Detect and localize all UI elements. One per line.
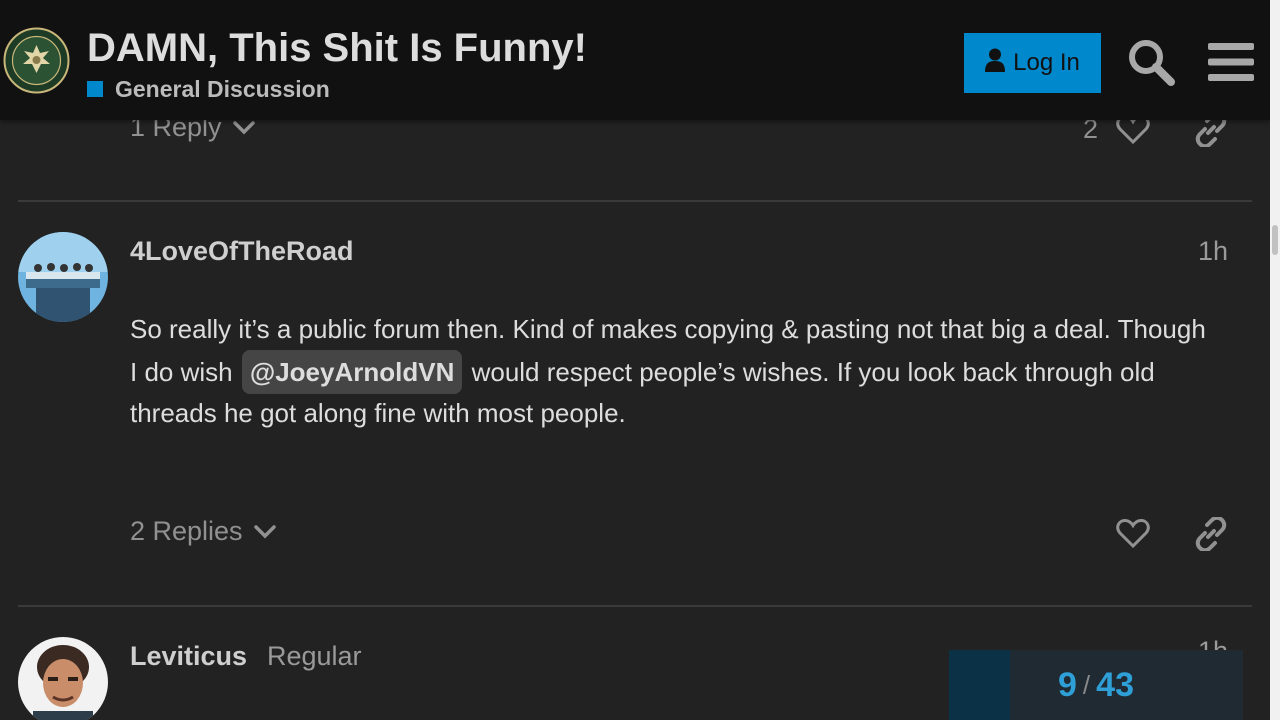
show-replies-button[interactable]: 2 Replies — [130, 516, 277, 547]
replies-label: 2 Replies — [130, 516, 243, 546]
chevron-down-icon — [253, 516, 277, 547]
user-icon — [985, 48, 1006, 79]
post-body: So really it’s a public forum then. Kind… — [130, 310, 1210, 433]
progress-text: 9 / 43 — [949, 650, 1243, 720]
login-button[interactable]: Log In — [964, 33, 1101, 93]
post-divider — [18, 605, 1252, 607]
heart-icon[interactable] — [1113, 514, 1153, 554]
progress-current: 9 — [1058, 665, 1077, 704]
site-header: DAMN, This Shit Is Funny! General Discus… — [0, 0, 1270, 120]
post-username[interactable]: 4LoveOfTheRoad — [130, 236, 354, 267]
category-label: General Discussion — [115, 75, 330, 102]
user-mention[interactable]: @JoeyArnoldVN — [241, 349, 463, 394]
link-icon[interactable] — [1191, 514, 1231, 554]
scrollbar-thumb[interactable] — [1272, 225, 1278, 255]
hamburger-menu-icon[interactable] — [1205, 36, 1257, 88]
avatar[interactable] — [18, 637, 108, 720]
avatar[interactable] — [18, 232, 108, 322]
progress-total: 43 — [1096, 665, 1134, 704]
post-date[interactable]: 1h — [1198, 236, 1228, 267]
user-title: Regular — [267, 641, 362, 671]
page-scrollbar[interactable] — [1270, 0, 1280, 720]
logo-icon[interactable] — [3, 27, 70, 94]
category-link[interactable]: General Discussion — [87, 76, 330, 102]
topic-title[interactable]: DAMN, This Shit Is Funny! — [87, 26, 587, 71]
login-label: Log In — [1013, 49, 1080, 76]
progress-separator: / — [1082, 669, 1091, 700]
search-icon[interactable] — [1125, 36, 1177, 88]
post-divider — [18, 200, 1252, 202]
topic-progress[interactable]: 9 / 43 — [949, 650, 1243, 720]
post-username[interactable]: Leviticus — [130, 641, 247, 672]
category-color-badge — [87, 81, 103, 97]
